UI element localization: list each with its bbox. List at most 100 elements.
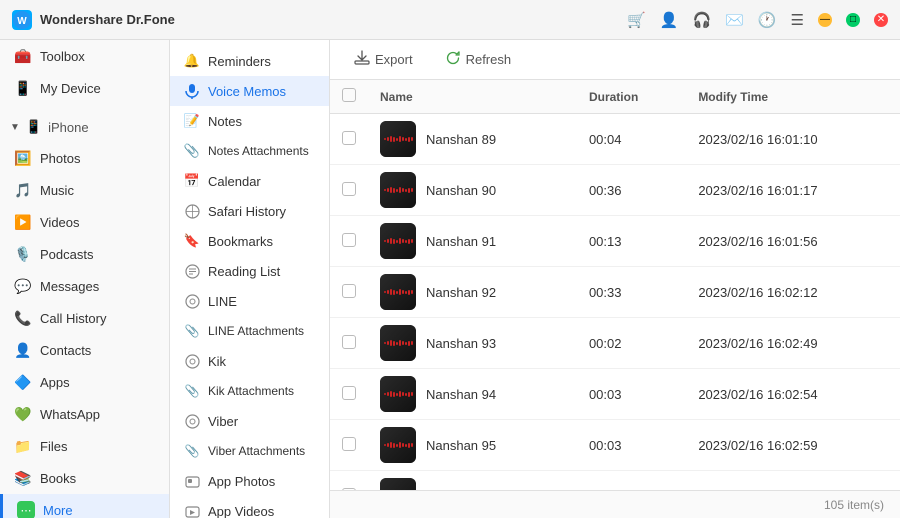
voice-thumbnail xyxy=(380,427,416,463)
mid-item-kik[interactable]: Kik xyxy=(170,346,329,376)
waveform-bar xyxy=(387,188,389,192)
app-logo: W xyxy=(12,10,32,30)
row-checkbox[interactable] xyxy=(342,233,356,247)
mid-item-app-photos[interactable]: App Photos xyxy=(170,466,329,496)
row-duration: 00:03 xyxy=(577,369,686,420)
sidebar-item-books-label: Books xyxy=(40,471,76,486)
table-row: Nanshan 92 00:33 2023/02/16 16:02:12 xyxy=(330,267,900,318)
podcasts-icon: 🎙️ xyxy=(14,245,32,263)
sidebar-item-videos-label: Videos xyxy=(40,215,80,230)
row-checkbox[interactable] xyxy=(342,386,356,400)
sidebar-item-my-device[interactable]: 📱 My Device xyxy=(0,72,169,104)
mid-item-reading-list-label: Reading List xyxy=(208,264,280,279)
row-duration: 00:21 xyxy=(577,471,686,491)
content-toolbar: Export Refresh xyxy=(330,40,900,80)
waveform-bar xyxy=(402,239,404,243)
mid-item-reminders[interactable]: 🔔 Reminders xyxy=(170,46,329,76)
waveform-bar xyxy=(390,442,392,448)
voice-thumb-inner xyxy=(380,121,416,157)
mid-item-viber[interactable]: Viber xyxy=(170,406,329,436)
waveform-bar xyxy=(387,443,389,447)
maximize-button[interactable]: □ xyxy=(846,13,860,27)
menu-icon[interactable]: ☰ xyxy=(791,11,804,29)
mid-item-bookmarks[interactable]: 🔖 Bookmarks xyxy=(170,226,329,256)
row-checkbox[interactable] xyxy=(342,131,356,145)
sidebar-item-toolbox-label: Toolbox xyxy=(40,49,85,64)
row-name-content: Nanshan 94 xyxy=(380,376,565,412)
table-row: Nanshan 93 00:02 2023/02/16 16:02:49 xyxy=(330,318,900,369)
mid-item-line[interactable]: LINE xyxy=(170,286,329,316)
sidebar-item-photos-label: Photos xyxy=(40,151,80,166)
sidebar-item-books[interactable]: 📚 Books xyxy=(0,462,169,494)
voice-thumbnail xyxy=(380,478,416,490)
mid-item-calendar[interactable]: 📅 Calendar xyxy=(170,166,329,196)
history-icon[interactable]: 🕐 xyxy=(758,11,777,29)
title-bar-left: W Wondershare Dr.Fone xyxy=(12,10,175,30)
waveform-bar xyxy=(411,392,413,396)
waveform xyxy=(384,340,413,346)
sidebar-item-photos[interactable]: 🖼️ Photos xyxy=(0,142,169,174)
row-checkbox-cell xyxy=(330,216,368,267)
sidebar-item-messages[interactable]: 💬 Messages xyxy=(0,270,169,302)
waveform xyxy=(384,187,413,193)
row-checkbox[interactable] xyxy=(342,437,356,451)
sidebar-item-contacts-label: Contacts xyxy=(40,343,91,358)
select-all-checkbox[interactable] xyxy=(342,88,356,102)
mid-item-safari-history-label: Safari History xyxy=(208,204,286,219)
waveform-bar xyxy=(399,340,401,346)
row-name-content: Nanshan 92 xyxy=(380,274,565,310)
mail-icon[interactable]: ✉️ xyxy=(725,11,744,29)
sidebar-item-videos[interactable]: ▶️ Videos xyxy=(0,206,169,238)
cart-icon[interactable]: 🛒 xyxy=(627,11,646,29)
mid-item-safari-history[interactable]: Safari History xyxy=(170,196,329,226)
waveform-bar xyxy=(408,239,410,244)
row-checkbox-cell xyxy=(330,420,368,471)
mid-item-app-videos[interactable]: App Videos xyxy=(170,496,329,518)
sidebar-item-music[interactable]: 🎵 Music xyxy=(0,174,169,206)
mid-item-kik-attachments[interactable]: 📎 Kik Attachments xyxy=(170,376,329,406)
sidebar-item-whatsapp[interactable]: 💚 WhatsApp xyxy=(0,398,169,430)
mid-item-line-label: LINE xyxy=(208,294,237,309)
sidebar-item-apps[interactable]: 🔷 Apps xyxy=(0,366,169,398)
iphone-arrow-icon: ▼ xyxy=(10,122,20,133)
sidebar-item-call-history[interactable]: 📞 Call History xyxy=(0,302,169,334)
mid-item-reading-list[interactable]: Reading List xyxy=(170,256,329,286)
mid-item-notes[interactable]: 📝 Notes xyxy=(170,106,329,136)
waveform-bar xyxy=(405,444,407,447)
sidebar-item-toolbox[interactable]: 🧰 Toolbox xyxy=(0,40,169,72)
mid-item-line-attachments[interactable]: 📎 LINE Attachments xyxy=(170,316,329,346)
voice-thumb-inner xyxy=(380,478,416,490)
row-checkbox[interactable] xyxy=(342,182,356,196)
sidebar-item-more[interactable]: ⋯ More xyxy=(0,494,169,518)
content-area: Export Refresh Name Duration xyxy=(330,40,900,518)
minimize-button[interactable]: — xyxy=(818,13,832,27)
waveform-bar xyxy=(393,239,395,244)
user-icon[interactable]: 👤 xyxy=(660,11,679,29)
mid-item-notes-attachments[interactable]: 📎 Notes Attachments xyxy=(170,136,329,166)
iphone-group-header[interactable]: ▼ 📱 iPhone xyxy=(0,112,169,142)
mid-item-voice-memos[interactable]: Voice Memos xyxy=(170,76,329,106)
close-button[interactable]: ✕ xyxy=(874,13,888,27)
row-checkbox[interactable] xyxy=(342,335,356,349)
waveform-bar xyxy=(411,239,413,243)
row-modify-time: 2023/02/16 16:02:59 xyxy=(686,420,900,471)
row-name: Nanshan 94 xyxy=(426,387,496,402)
voice-thumbnail xyxy=(380,172,416,208)
waveform-bar xyxy=(402,341,404,345)
row-checkbox[interactable] xyxy=(342,284,356,298)
waveform-bar xyxy=(411,290,413,294)
row-duration: 00:36 xyxy=(577,165,686,216)
export-button[interactable]: Export xyxy=(346,46,421,73)
mid-item-viber-attachments[interactable]: 📎 Viber Attachments xyxy=(170,436,329,466)
waveform-bar xyxy=(402,188,404,192)
waveform-bar xyxy=(384,393,386,395)
waveform-bar xyxy=(399,289,401,295)
sidebar-item-files[interactable]: 📁 Files xyxy=(0,430,169,462)
title-bar: W Wondershare Dr.Fone 🛒 👤 🎧 ✉️ 🕐 ☰ — □ ✕ xyxy=(0,0,900,40)
sidebar-item-podcasts[interactable]: 🎙️ Podcasts xyxy=(0,238,169,270)
waveform-bar xyxy=(405,342,407,345)
headset-icon[interactable]: 🎧 xyxy=(692,11,711,29)
row-name-cell: Nanshan 96 xyxy=(368,471,577,491)
sidebar-item-contacts[interactable]: 👤 Contacts xyxy=(0,334,169,366)
refresh-button[interactable]: Refresh xyxy=(437,46,520,73)
